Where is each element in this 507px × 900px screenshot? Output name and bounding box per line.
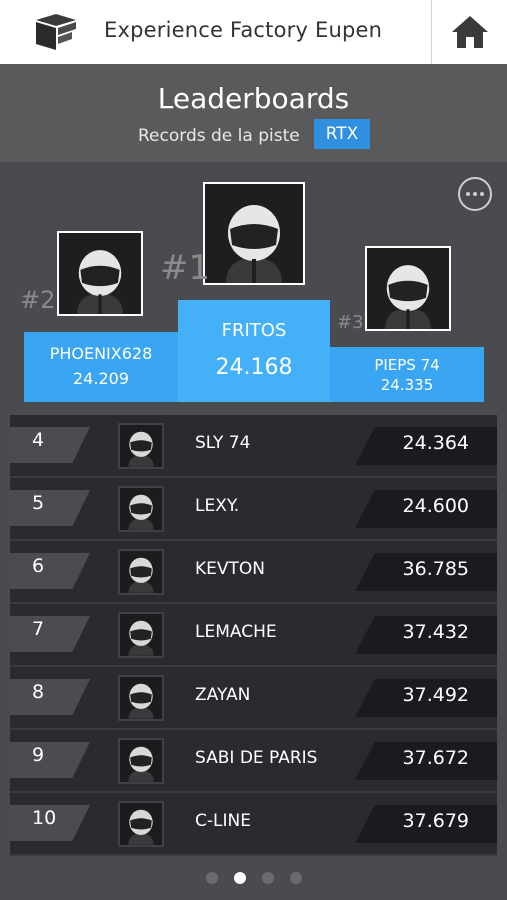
driver-avatar bbox=[118, 486, 164, 532]
lap-time: 24.600 bbox=[402, 495, 469, 517]
page-dot[interactable] bbox=[205, 872, 218, 884]
driver-name: SLY 74 bbox=[195, 433, 251, 453]
rank-number: 8 bbox=[32, 681, 45, 703]
page-dot[interactable] bbox=[261, 872, 274, 884]
lap-time: 37.492 bbox=[402, 684, 469, 706]
podium-time: 24.335 bbox=[380, 376, 434, 394]
app-title: Experience Factory Eupen bbox=[104, 18, 383, 42]
page-dot-active[interactable] bbox=[233, 872, 246, 884]
driver-helmet-icon bbox=[128, 809, 154, 845]
lap-time: 37.432 bbox=[402, 621, 469, 643]
experience-factory-logo-icon bbox=[36, 14, 76, 50]
lap-time: 24.364 bbox=[402, 432, 469, 454]
home-icon bbox=[452, 16, 488, 48]
home-button[interactable] bbox=[431, 0, 507, 64]
driver-helmet-icon bbox=[128, 431, 154, 467]
avatar-rank-2[interactable] bbox=[57, 231, 143, 316]
page-dot[interactable] bbox=[289, 872, 302, 884]
driver-avatar bbox=[118, 675, 164, 721]
podium-rank-3[interactable]: PIEPS 74 24.335 bbox=[330, 347, 484, 402]
driver-name: SABI DE PARIS bbox=[195, 748, 318, 768]
more-icon bbox=[466, 192, 470, 196]
podium-rank-2[interactable]: PHOENIX628 24.209 bbox=[24, 332, 178, 402]
rank-number: 7 bbox=[32, 618, 45, 640]
top-bar: Experience Factory Eupen bbox=[0, 0, 507, 65]
leaderboard-row[interactable]: 9 SABI DE PARIS 37.672 bbox=[10, 730, 497, 793]
podium-name: PHOENIX628 bbox=[49, 344, 153, 363]
rank-label-2: #2 bbox=[20, 286, 56, 314]
leaderboard-list[interactable]: 4 SLY 74 24.364 5 LEXY. 24.600 6 KEVTON … bbox=[10, 415, 497, 859]
rank-tab bbox=[10, 490, 90, 526]
lap-time: 37.679 bbox=[402, 810, 469, 832]
more-icon bbox=[473, 192, 477, 196]
rank-label-1: #1 bbox=[160, 248, 211, 288]
rank-tab bbox=[10, 616, 90, 652]
driver-avatar bbox=[118, 549, 164, 595]
driver-avatar bbox=[118, 612, 164, 658]
driver-avatar bbox=[118, 738, 164, 784]
rank-tab bbox=[10, 742, 90, 778]
avatar-rank-1[interactable] bbox=[203, 182, 305, 285]
leaderboard-row[interactable]: 4 SLY 74 24.364 bbox=[10, 415, 497, 478]
more-options-button[interactable] bbox=[458, 177, 492, 211]
rank-number: 6 bbox=[32, 555, 45, 577]
driver-helmet-icon bbox=[128, 746, 154, 782]
podium-rank-1[interactable]: FRITOS 24.168 bbox=[178, 300, 330, 402]
rank-number: 4 bbox=[32, 429, 45, 451]
leaderboard-row[interactable]: 5 LEXY. 24.600 bbox=[10, 478, 497, 541]
driver-helmet-icon bbox=[226, 205, 282, 283]
track-badge[interactable]: RTX bbox=[314, 119, 370, 149]
driver-helmet-icon bbox=[128, 494, 154, 530]
page-title: Leaderboards bbox=[157, 82, 350, 115]
driver-name: KEVTON bbox=[195, 559, 266, 579]
rank-number: 5 bbox=[32, 492, 45, 514]
driver-helmet-icon bbox=[128, 683, 154, 719]
page-indicator bbox=[0, 872, 507, 884]
podium-name: FRITOS bbox=[221, 320, 287, 341]
leaderboard-row[interactable]: 8 ZAYAN 37.492 bbox=[10, 667, 497, 730]
track-records-label: Records de la piste bbox=[138, 126, 300, 146]
driver-helmet-icon bbox=[128, 557, 154, 593]
avatar-rank-3[interactable] bbox=[365, 246, 451, 331]
rank-tab bbox=[10, 679, 90, 715]
driver-helmet-icon bbox=[77, 250, 123, 314]
driver-name: LEXY. bbox=[195, 496, 240, 516]
podium-time: 24.209 bbox=[73, 369, 129, 388]
rank-label-3: #3 bbox=[337, 312, 364, 333]
leaderboard-row[interactable]: 7 LEMACHE 37.432 bbox=[10, 604, 497, 667]
rank-tab bbox=[10, 427, 90, 463]
leaderboard-row[interactable]: 6 KEVTON 36.785 bbox=[10, 541, 497, 604]
lap-time: 36.785 bbox=[402, 558, 469, 580]
driver-name: C-LINE bbox=[195, 811, 251, 831]
podium-time: 24.168 bbox=[215, 355, 293, 380]
more-icon bbox=[480, 192, 484, 196]
rank-number: 10 bbox=[32, 807, 57, 829]
driver-avatar bbox=[118, 423, 164, 469]
driver-helmet-icon bbox=[385, 265, 431, 329]
rank-tab bbox=[10, 553, 90, 589]
podium-name: PIEPS 74 bbox=[374, 356, 440, 374]
driver-avatar bbox=[118, 801, 164, 847]
leaderboard-row[interactable]: 10 C-LINE 37.679 bbox=[10, 793, 497, 856]
driver-name: ZAYAN bbox=[195, 685, 251, 705]
lap-time: 37.672 bbox=[402, 747, 469, 769]
driver-name: LEMACHE bbox=[195, 622, 277, 642]
rank-number: 9 bbox=[32, 744, 45, 766]
driver-helmet-icon bbox=[128, 620, 154, 656]
